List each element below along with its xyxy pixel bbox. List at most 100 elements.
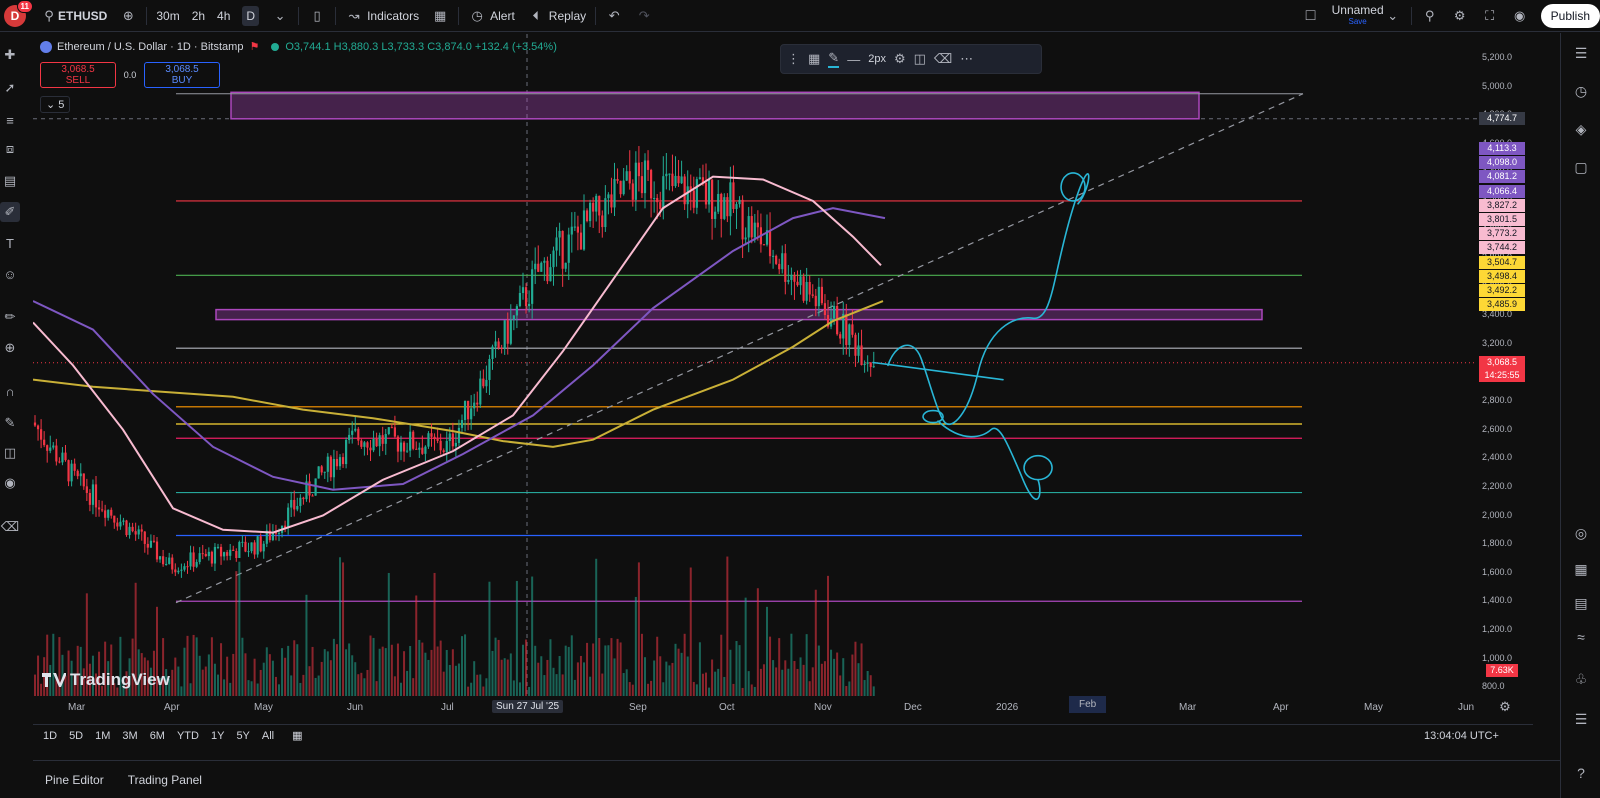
interval-2h[interactable]: 2h [186,0,211,32]
interval-1d[interactable]: D [242,5,260,26]
search-icon: ⚲ [44,7,54,23]
ruler-tool-icon[interactable]: ✏ [0,307,20,327]
time-axis-tick: Jul [441,702,454,713]
range-1m[interactable]: 1M [89,730,116,742]
alert-button[interactable]: ◷ Alert [462,0,521,32]
range-1d[interactable]: 1D [37,730,63,742]
broadcast-icon[interactable]: ≈ [1571,627,1591,647]
tab-trading-panel[interactable]: Trading Panel [116,773,214,787]
undo-button[interactable]: ↶ [599,0,629,32]
pattern-tool-icon[interactable]: ⧈ [0,139,20,159]
candle-body [540,262,543,272]
price-chart[interactable] [33,34,1477,696]
brush-tool-icon[interactable]: ✐ [0,202,20,222]
candle-body [625,171,628,181]
settings-icon[interactable]: ⚙ [894,51,906,67]
utc-clock[interactable]: 13:04:04 UTC+ [1424,730,1499,742]
volume-bar [363,678,366,696]
range-6m[interactable]: 6M [144,730,171,742]
more-icon[interactable]: ⋯ [960,51,973,67]
volume-bar [555,674,558,696]
candle-body [430,433,433,437]
chart-type-button[interactable]: ▯ [302,0,332,32]
delete-icon[interactable]: ⌫ [934,51,952,67]
drag-handle-icon[interactable]: ⋮ [787,51,800,67]
tradingview-logo: TradingView [42,670,170,690]
crosshair-tool-icon[interactable]: ✚ [0,45,20,65]
interval-30m[interactable]: 30m [150,0,185,32]
volume-bar [732,683,735,696]
help-icon[interactable]: ? [1571,763,1591,783]
forecast-tool-icon[interactable]: ▤ [0,171,20,191]
trash-icon[interactable]: ⌫ [0,517,20,537]
templates-button[interactable]: ▦ [425,0,455,32]
calendar-icon[interactable]: ▦ [1571,559,1591,579]
sell-button[interactable]: 3,068.5 SELL [40,62,116,88]
pencil-color-icon[interactable]: ✎ [828,50,840,68]
range-all[interactable]: All [256,730,280,742]
volume-bar [198,655,201,696]
layout-checkbox[interactable]: □ [1296,0,1326,32]
indicators-button[interactable]: ↝ Indicators [339,0,425,32]
compare-button[interactable]: ⊕ [113,0,143,32]
price-axis-tick: 1,600.0 [1482,566,1513,577]
candle-body [131,526,134,532]
tab-pine-editor[interactable]: Pine Editor [33,773,116,787]
user-avatar[interactable]: D 11 [4,0,33,27]
buy-button[interactable]: 3,068.5 BUY [144,62,220,88]
emoji-tool-icon[interactable]: ☺ [0,264,20,284]
magic-search-icon: ⚲ [1424,7,1435,23]
price-axis-tick: 800.0 [1482,681,1505,692]
symbol-search[interactable]: ⚲ ETHUSD [34,0,113,32]
bell-icon[interactable]: ♧ [1571,669,1591,689]
interval-dropdown[interactable]: ⌄ [265,0,295,32]
volume-bar [698,642,701,696]
redo-button[interactable]: ↷ [629,0,659,32]
range-5y[interactable]: 5Y [230,730,255,742]
eye-icon[interactable]: ◉ [0,473,20,493]
snapshot-button[interactable]: ◉ [1505,0,1535,32]
calendar-grid-icon[interactable]: ▤ [1571,593,1591,613]
candle-body [335,458,339,467]
lock-icon[interactable]: ◫ [0,443,20,463]
target-icon[interactable]: ◎ [1571,523,1591,543]
settings-button[interactable]: ⚙ [1445,0,1475,32]
magnet-tool-icon[interactable]: ∩ [0,381,20,401]
line-style-icon[interactable]: — [847,52,860,67]
candle-body [653,197,656,199]
volume-bar [177,666,180,696]
range-ytd[interactable]: YTD [171,730,205,742]
candle-body [180,569,183,571]
interval-4h[interactable]: 4h [211,0,236,32]
range-3m[interactable]: 3M [116,730,143,742]
templates-icon[interactable]: ▦ [808,51,820,67]
replay-button[interactable]: ⏴ Replay [521,0,592,32]
candle-body [247,551,250,553]
alerts-clock-icon[interactable]: ◷ [1571,81,1591,101]
indicators-toggle[interactable]: ⌄ 5 [40,96,71,113]
publish-button[interactable]: Publish [1540,3,1600,28]
candle-body [299,497,302,507]
range-5d[interactable]: 5D [63,730,89,742]
trend-line-tool-icon[interactable]: ➚ [0,78,20,98]
candle-body [82,473,85,487]
candle-body [576,226,579,233]
layout-name[interactable]: Unnamed Save ⌄ [1326,0,1408,32]
watchlist-icon[interactable]: ☰ [1571,43,1591,63]
volume-bar [823,661,826,696]
fib-tool-icon[interactable]: ≡ [0,110,20,130]
quick-search-button[interactable]: ⚲ [1415,0,1445,32]
text-tool-icon[interactable]: T [0,233,20,253]
unlock-icon[interactable]: ◫ [914,51,926,67]
volume-bar [409,646,412,696]
chat-icon[interactable]: ▢ [1571,157,1591,177]
line-width-value[interactable]: 2px [868,53,886,65]
range-1y[interactable]: 1Y [205,730,230,742]
layers-icon[interactable]: ◈ [1571,119,1591,139]
goto-date-icon[interactable]: ▦ [286,729,308,742]
axis-settings-gear-icon[interactable]: ⚙ [1496,698,1514,716]
fullscreen-button[interactable]: ⛶ [1475,0,1505,32]
menu-icon[interactable]: ☰ [1571,709,1591,729]
zoom-tool-icon[interactable]: ⊕ [0,338,20,358]
lock-drawings-icon[interactable]: ✎ [0,413,20,433]
